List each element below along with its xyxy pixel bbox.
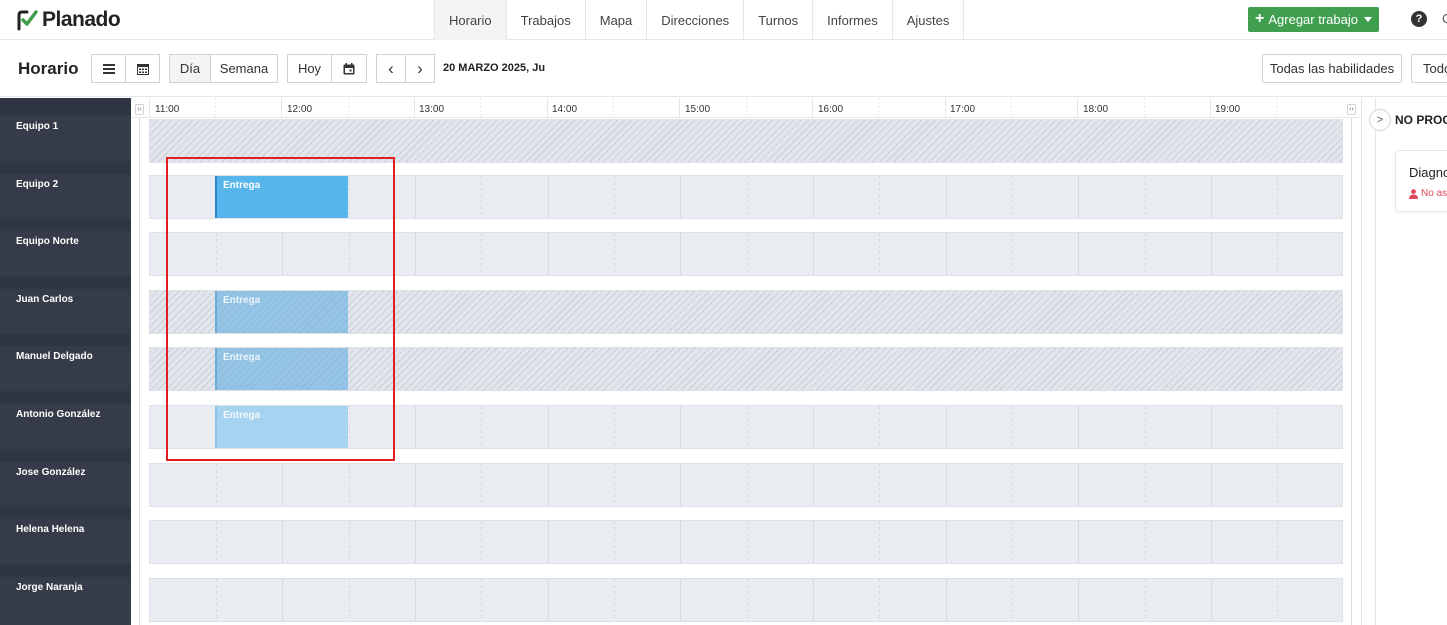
- job-entrega[interactable]: Entrega: [215, 291, 348, 333]
- user-menu[interactable]: C: [1442, 11, 1447, 26]
- logo-text: Planado: [42, 8, 121, 31]
- hour-label: 12:00: [287, 104, 313, 115]
- resource-helena-helena[interactable]: Helena Helena: [0, 519, 131, 564]
- time-axis: ‹› ‹› 11:00 12:00 13:00 14:00 15:00 16:0…: [131, 98, 1361, 118]
- job-entrega[interactable]: Entrega: [215, 348, 348, 390]
- resource-manuel-delgado[interactable]: Manuel Delgado: [0, 346, 131, 391]
- hour-label: 13:00: [419, 104, 445, 115]
- skills-filter-select[interactable]: Todas las habilidades: [1262, 54, 1402, 83]
- job-card-status-text: No asi: [1421, 188, 1447, 199]
- job-card-title: Diagno: [1409, 165, 1447, 180]
- help-icon[interactable]: ?: [1411, 11, 1427, 27]
- row-helena-helena[interactable]: [149, 520, 1343, 564]
- nav-tab-turnos[interactable]: Turnos: [744, 0, 814, 40]
- hour-label: 14:00: [552, 104, 578, 115]
- planado-logo-icon: [17, 10, 38, 31]
- list-view-button[interactable]: [91, 54, 126, 83]
- secondary-filter-select[interactable]: Todo: [1411, 54, 1447, 83]
- row-jorge-naranja[interactable]: [149, 578, 1343, 622]
- hour-label: 18:00: [1083, 104, 1109, 115]
- job-card-status: No asi: [1409, 188, 1447, 199]
- resource-jorge-naranja[interactable]: Jorge Naranja: [0, 577, 131, 625]
- add-job-label: Agregar trabajo: [1268, 12, 1358, 27]
- resource-equipo-1[interactable]: Equipo 1: [0, 116, 131, 161]
- main-nav: Horario Trabajos Mapa Direcciones Turnos…: [434, 0, 965, 40]
- resource-column: Equipo 1 Equipo 2 Equipo Norte Juan Carl…: [0, 98, 131, 625]
- resource-equipo-2[interactable]: Equipo 2: [0, 174, 131, 219]
- schedule-timeline: ‹› ‹› 11:00 12:00 13:00 14:00 15:00 16:0…: [131, 98, 1361, 625]
- hour-label: 15:00: [685, 104, 711, 115]
- current-date: 20 MARZO 2025, Ju: [443, 62, 546, 74]
- hour-label: 11:00: [155, 104, 180, 115]
- hour-label: 17:00: [950, 104, 976, 115]
- resource-antonio-gonzalez[interactable]: Antonio González: [0, 404, 131, 449]
- schedule-toolbar: Horario Día Semana Hoy ‹ › 20 MARZO 2025…: [0, 41, 1447, 97]
- scroll-right-arrows-icon[interactable]: ‹›: [1347, 104, 1356, 115]
- week-view-button[interactable]: Semana: [210, 54, 278, 83]
- nav-tab-horario[interactable]: Horario: [435, 0, 507, 40]
- hour-label: 19:00: [1215, 104, 1241, 115]
- prev-day-button[interactable]: ‹: [376, 54, 406, 83]
- unscheduled-panel: > NO PROG Diagno No asi: [1361, 98, 1447, 625]
- plus-icon: +: [1255, 9, 1265, 27]
- row-equipo-1[interactable]: [149, 119, 1343, 163]
- row-manuel-delgado[interactable]: Entrega: [149, 347, 1343, 391]
- resource-jose-gonzalez[interactable]: Jose González: [0, 462, 131, 507]
- add-job-button[interactable]: + Agregar trabajo: [1248, 7, 1379, 32]
- today-button[interactable]: Hoy: [287, 54, 332, 83]
- nav-tab-direcciones[interactable]: Direcciones: [647, 0, 745, 40]
- scroll-left-arrows-icon[interactable]: ‹›: [135, 104, 144, 115]
- person-icon: [1409, 188, 1418, 199]
- day-view-button[interactable]: Día: [169, 54, 211, 83]
- chevron-right-icon[interactable]: >: [1369, 109, 1391, 131]
- planado-logo[interactable]: Planado: [16, 7, 121, 33]
- top-bar: Planado Horario Trabajos Mapa Direccione…: [0, 0, 1447, 40]
- row-equipo-2[interactable]: Entrega: [149, 175, 1343, 219]
- hour-label: 16:00: [818, 104, 844, 115]
- row-juan-carlos[interactable]: Entrega: [149, 290, 1343, 334]
- nav-tab-mapa[interactable]: Mapa: [586, 0, 648, 40]
- calendar-icon: [343, 62, 355, 74]
- row-jose-gonzalez[interactable]: [149, 463, 1343, 507]
- resource-equipo-norte[interactable]: Equipo Norte: [0, 231, 131, 276]
- job-entrega[interactable]: Entrega: [215, 176, 348, 218]
- nav-tab-ajustes[interactable]: Ajustes: [893, 0, 965, 40]
- row-antonio-gonzalez[interactable]: Entrega: [149, 405, 1343, 449]
- unscheduled-job-card[interactable]: Diagno No asi: [1395, 150, 1447, 212]
- caret-down-icon: [1363, 17, 1372, 22]
- calendar-view-button[interactable]: [125, 54, 160, 83]
- list-icon: [102, 63, 115, 74]
- nav-tab-trabajos[interactable]: Trabajos: [507, 0, 586, 40]
- resource-juan-carlos[interactable]: Juan Carlos: [0, 289, 131, 334]
- unscheduled-title: NO PROG: [1395, 113, 1447, 127]
- nav-tab-informes[interactable]: Informes: [813, 0, 893, 40]
- row-equipo-norte[interactable]: [149, 232, 1343, 276]
- next-day-button[interactable]: ›: [405, 54, 435, 83]
- calendar-grid-icon: [136, 63, 149, 75]
- job-entrega[interactable]: Entrega: [215, 406, 348, 448]
- date-picker-button[interactable]: [331, 54, 367, 83]
- page-title: Horario: [18, 59, 79, 78]
